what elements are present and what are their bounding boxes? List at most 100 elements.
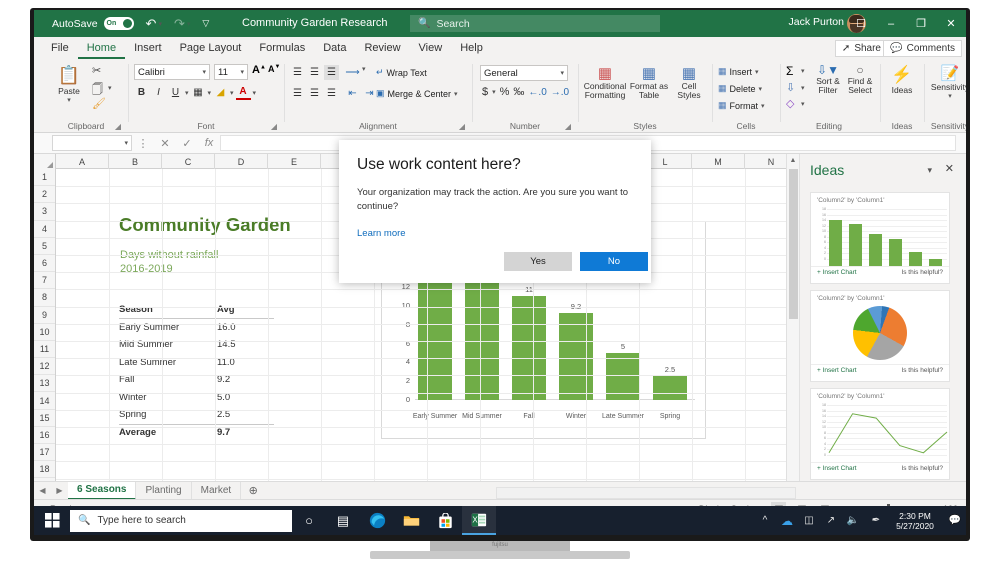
microsoft-store-icon[interactable] (428, 506, 462, 535)
tab-file[interactable]: File (42, 37, 78, 59)
file-explorer-icon[interactable] (394, 506, 428, 535)
underline-caret-icon[interactable]: ▾ (185, 89, 189, 97)
chevron-right-icon[interactable]: ▶ (51, 486, 68, 495)
tab-review[interactable]: Review (355, 37, 409, 59)
ideas-button[interactable]: ⚡ Ideas (884, 65, 920, 95)
align-middle-icon[interactable]: ☰ (307, 65, 322, 80)
show-hidden-icons-icon[interactable]: ^ (754, 515, 776, 526)
windows-start-icon[interactable] (34, 506, 70, 535)
idea-card-pie[interactable]: 'Column2' by 'Column1' + Insert Chart Is… (810, 290, 950, 382)
add-sheet-button[interactable]: ⊕ (241, 484, 265, 497)
column-header-m[interactable]: M (692, 154, 745, 169)
learn-more-link[interactable]: Learn more (357, 228, 406, 239)
format-caret-icon[interactable]: ▾ (761, 102, 765, 110)
number-dialog-launcher[interactable]: ◢ (565, 122, 571, 131)
chart-bar[interactable] (559, 313, 593, 400)
column-header-d[interactable]: D (215, 154, 268, 169)
tab-insert[interactable]: Insert (125, 37, 171, 59)
font-name-select[interactable]: Calibri ▾ (134, 64, 210, 80)
sensitivity-caret-icon[interactable]: ▾ (928, 92, 966, 100)
percent-format-button[interactable]: % (500, 86, 510, 98)
decrease-font-size-button[interactable]: A▼ (268, 64, 280, 74)
name-box-caret-icon[interactable]: ▾ (124, 139, 128, 147)
battery-icon[interactable]: ◫ (798, 515, 820, 526)
autosum-icon[interactable]: Σ (786, 64, 793, 78)
chevron-left-icon[interactable]: ◀ (34, 486, 51, 495)
insert-chart-button[interactable]: + Insert Chart (817, 367, 857, 374)
column-header-e[interactable]: E (268, 154, 321, 169)
row-header-13[interactable]: 13 (34, 375, 55, 393)
row-header-1[interactable]: 1 (34, 169, 55, 187)
wifi-icon[interactable]: ↗ (820, 515, 842, 526)
sheet-tab-planting[interactable]: Planting (136, 481, 192, 500)
font-dialog-launcher[interactable]: ◢ (271, 122, 277, 131)
undo-icon[interactable]: ↶ (146, 16, 157, 32)
is-this-helpful-link[interactable]: Is this helpful? (901, 367, 943, 374)
share-button[interactable]: ➚ Share (834, 40, 888, 57)
chart-bar[interactable] (512, 296, 546, 400)
row-header-12[interactable]: 12 (34, 358, 55, 376)
currency-caret-icon[interactable]: ▾ (492, 88, 496, 96)
delete-caret-icon[interactable]: ▾ (759, 85, 763, 93)
search-input[interactable]: 🔍 Search (410, 15, 660, 32)
currency-format-button[interactable]: $ (482, 86, 488, 98)
clear-icon[interactable]: ◇ (786, 97, 794, 110)
italic-button[interactable]: I (151, 85, 166, 100)
decrease-decimal-icon[interactable]: →.0 (551, 87, 569, 98)
horizontal-scrollbar[interactable] (496, 487, 796, 499)
insert-chart-button[interactable]: + Insert Chart (817, 465, 857, 472)
copy-caret-icon[interactable]: ▾ (108, 84, 112, 92)
font-size-select[interactable]: 11 ▾ (214, 64, 248, 80)
increase-font-size-button[interactable]: A▲ (252, 64, 266, 76)
autosave-toggle[interactable]: On (103, 17, 134, 30)
format-cells-button[interactable]: ▦ Format ▾ (718, 98, 765, 113)
comma-format-button[interactable]: ‰ (513, 86, 524, 98)
table-row[interactable]: Fall 9.2 (119, 371, 274, 389)
row-header-17[interactable]: 17 (34, 444, 55, 462)
increase-indent-icon[interactable]: ⇥ (362, 86, 377, 101)
table-row[interactable]: Spring 2.5 (119, 406, 274, 424)
align-left-icon[interactable]: ☰ (290, 86, 305, 101)
text-orientation-icon[interactable]: ⟶ (345, 65, 360, 80)
ribbon-display-options-icon[interactable]: ☐ (846, 10, 876, 37)
chevron-down-icon[interactable]: ▾ (927, 165, 932, 176)
tab-view[interactable]: View (410, 37, 452, 59)
sheet-tab-market[interactable]: Market (192, 481, 242, 500)
align-bottom-icon[interactable]: ☰ (324, 65, 339, 80)
sheet-tab-6-seasons[interactable]: 6 Seasons (68, 481, 137, 500)
insert-caret-icon[interactable]: ▾ (755, 68, 759, 76)
row-header-7[interactable]: 7 (34, 272, 55, 290)
taskbar-search-input[interactable]: 🔍 Type here to search (70, 509, 292, 532)
clear-caret-icon[interactable]: ▾ (801, 100, 805, 108)
idea-card-line[interactable]: 'Column2' by 'Column1' 18 16 14 12 10 8 6 4 2 0 +… (810, 388, 950, 480)
excel-icon[interactable]: X (462, 506, 496, 535)
onedrive-icon[interactable]: ☁ (776, 514, 798, 528)
clock[interactable]: 2:30 PM 5/27/2020 (886, 511, 944, 531)
column-header-b[interactable]: B (109, 154, 162, 169)
row-header-14[interactable]: 14 (34, 392, 55, 410)
format-painter-icon[interactable]: 🖌 (92, 97, 106, 110)
column-header-a[interactable]: A (56, 154, 109, 169)
clipboard-dialog-launcher[interactable]: ◢ (115, 122, 121, 131)
merge-caret-icon[interactable]: ▾ (454, 90, 458, 98)
scissors-icon[interactable]: ✂ (92, 64, 101, 77)
merge-center-button[interactable]: ▣ Merge & Center ▾ (376, 86, 458, 101)
row-header-3[interactable]: 3 (34, 203, 55, 221)
formula-bar-menu-icon[interactable]: ⋮ (132, 137, 154, 150)
paste-button[interactable]: 📋 Paste ▾ (52, 65, 86, 104)
borders-caret-icon[interactable]: ▾ (208, 89, 212, 97)
yes-button[interactable]: Yes (504, 252, 572, 271)
cortana-icon[interactable]: ○ (292, 506, 326, 535)
pen-icon[interactable]: ✒ (864, 515, 886, 526)
delete-cells-button[interactable]: ▦ Delete ▾ (718, 81, 762, 96)
grid-vertical-scrollbar[interactable]: ▲ (786, 154, 799, 481)
cancel-icon[interactable]: ✕ (154, 137, 176, 150)
row-header-2[interactable]: 2 (34, 186, 55, 204)
action-center-icon[interactable]: 💬 (944, 515, 966, 526)
table-row[interactable]: Early Summer 16.0 (119, 319, 274, 337)
tab-page-layout[interactable]: Page Layout (171, 37, 251, 59)
fill-color-icon[interactable]: ◢ (213, 85, 228, 100)
chart-bar[interactable] (465, 263, 499, 400)
tab-home[interactable]: Home (77, 37, 126, 59)
restore-button[interactable]: ❐ (906, 10, 936, 37)
